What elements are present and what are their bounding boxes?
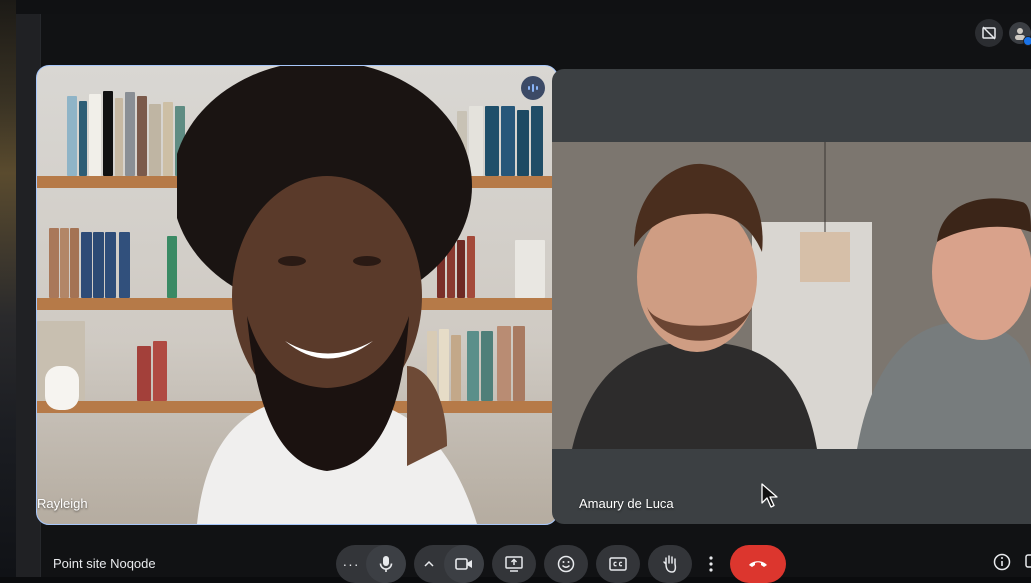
window-top-bar bbox=[16, 0, 1031, 14]
chevron-up-icon bbox=[424, 560, 434, 568]
participant-tile-rayleigh[interactable]: Rayleigh bbox=[36, 65, 558, 525]
present-screen-button[interactable] bbox=[492, 545, 536, 583]
camera-button[interactable] bbox=[444, 545, 484, 583]
participant-name: Rayleigh bbox=[37, 496, 88, 511]
call-controls: ··· bbox=[336, 545, 786, 583]
mouse-cursor-icon bbox=[761, 483, 779, 509]
participant-video-rayleigh bbox=[177, 66, 497, 524]
video-options-button[interactable] bbox=[414, 545, 444, 583]
background-blur-button[interactable] bbox=[975, 19, 1003, 47]
more-vert-icon bbox=[709, 556, 713, 572]
captions-icon bbox=[609, 557, 627, 571]
desktop-background bbox=[0, 0, 16, 577]
chat-button[interactable] bbox=[1025, 553, 1031, 571]
microphone-icon bbox=[378, 555, 394, 573]
video-controls bbox=[414, 545, 484, 583]
no-background-icon bbox=[981, 25, 997, 41]
more-horiz-icon: ··· bbox=[342, 556, 360, 572]
status-dot-icon bbox=[1023, 36, 1031, 46]
audio-options-button[interactable]: ··· bbox=[336, 545, 366, 583]
participant-name: Amaury de Luca bbox=[579, 496, 674, 511]
reactions-button[interactable] bbox=[544, 545, 588, 583]
chat-icon bbox=[1025, 553, 1031, 571]
books-row bbox=[49, 226, 179, 298]
emoji-icon bbox=[557, 555, 575, 573]
info-icon bbox=[993, 553, 1011, 571]
present-screen-icon bbox=[505, 556, 523, 572]
meeting-title: Point site Noqode bbox=[53, 556, 156, 571]
more-options-button[interactable] bbox=[700, 545, 722, 583]
bottom-right-toolbar bbox=[993, 553, 1031, 571]
speaking-indicator bbox=[521, 76, 545, 100]
audio-level-icon bbox=[527, 82, 539, 94]
meeting-details-button[interactable] bbox=[993, 553, 1011, 571]
self-view-avatar[interactable] bbox=[1009, 22, 1031, 46]
raise-hand-icon bbox=[661, 554, 679, 574]
white-vase bbox=[45, 366, 79, 410]
audio-controls: ··· bbox=[336, 545, 406, 583]
captions-button[interactable] bbox=[596, 545, 640, 583]
participant-video-amaury bbox=[552, 142, 1031, 449]
end-call-icon bbox=[748, 559, 768, 569]
participant-tile-amaury[interactable]: Amaury de Luca bbox=[552, 69, 1031, 524]
leave-call-button[interactable] bbox=[730, 545, 786, 583]
raise-hand-button[interactable] bbox=[648, 545, 692, 583]
microphone-button[interactable] bbox=[366, 545, 406, 583]
camera-icon bbox=[455, 557, 473, 571]
top-right-toolbar bbox=[975, 19, 1031, 47]
